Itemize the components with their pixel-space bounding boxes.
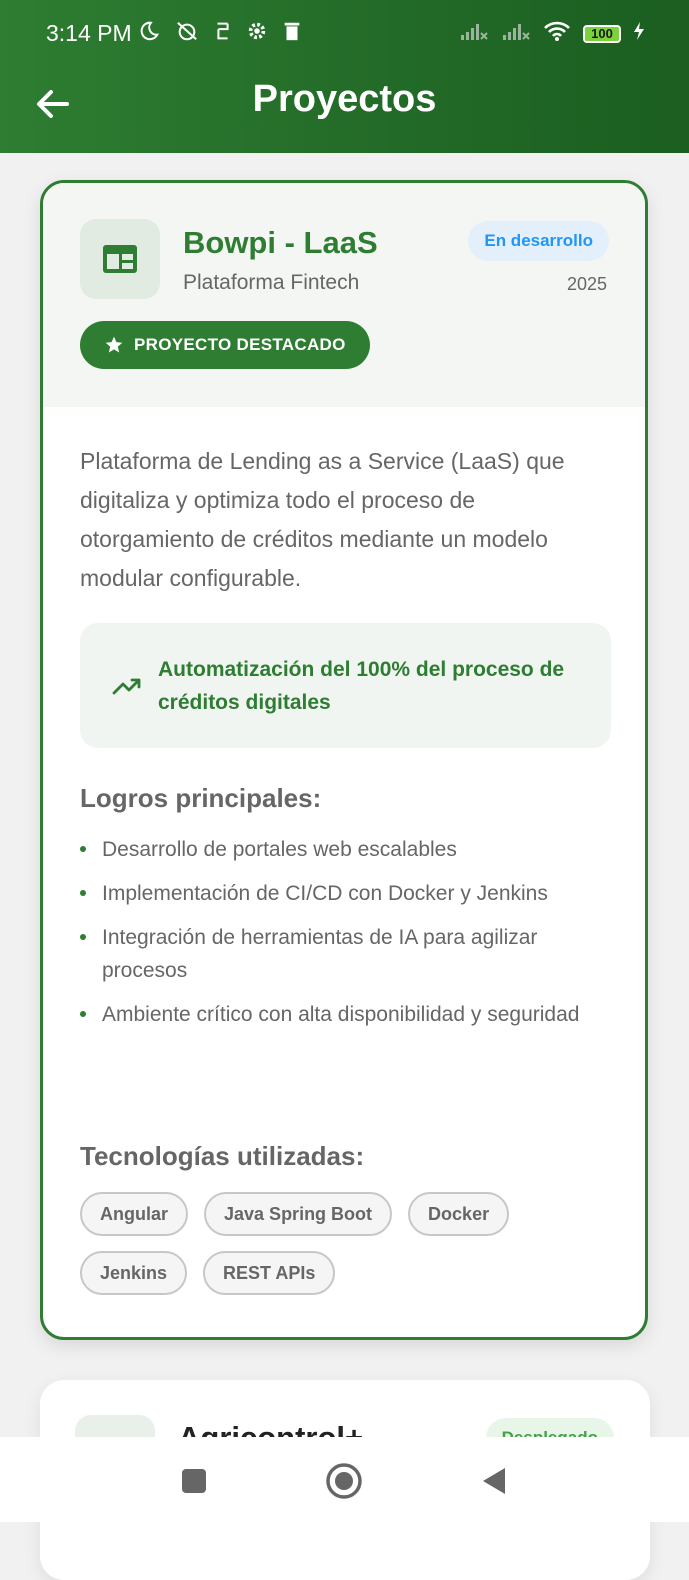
project-card[interactable]: Bowpi - LaaS Plataforma Fintech En desar… — [40, 180, 648, 1340]
battery-indicator: 100 — [583, 24, 621, 43]
tech-chip[interactable]: Jenkins — [80, 1251, 188, 1295]
impact-highlight: Automatización del 100% del proceso de c… — [80, 623, 611, 748]
project-name: Bowpi - LaaS — [183, 225, 378, 260]
bullet-icon — [80, 890, 86, 896]
status-notification-icons — [138, 20, 302, 47]
circle-icon — [326, 1463, 362, 1499]
gear-icon — [246, 20, 268, 47]
web-layout-icon — [103, 245, 137, 273]
technology-chips: Angular Java Spring Boot Docker Jenkins … — [80, 1192, 620, 1295]
impact-text: Automatización del 100% del proceso de c… — [158, 657, 565, 714]
trending-up-icon — [112, 678, 141, 694]
tech-chip[interactable]: Java Spring Boot — [204, 1192, 393, 1236]
charging-icon — [633, 21, 645, 46]
status-badge: En desarrollo — [468, 221, 609, 261]
status-bar: 3:14 PM 100 — [0, 0, 689, 66]
achievements-list: Desarrollo de portales web escalables Im… — [80, 833, 600, 1042]
project-description: Plataforma de Lending as a Service (LaaS… — [80, 448, 565, 591]
project-icon — [80, 219, 160, 299]
achievements-title: Logros principales: — [80, 783, 322, 813]
star-icon — [105, 336, 123, 353]
bullet-icon — [80, 1011, 86, 1017]
home-button[interactable] — [324, 1461, 364, 1501]
tech-chip[interactable]: REST APIs — [203, 1251, 336, 1295]
square-icon — [182, 1469, 206, 1493]
list-item: Desarrollo de portales web escalables — [80, 833, 600, 866]
signal-off-icon — [501, 21, 531, 46]
project-card-header: Bowpi - LaaS Plataforma Fintech En desar… — [43, 183, 645, 407]
status-system-icons: 100 — [459, 20, 645, 47]
sim-icon — [214, 20, 232, 47]
triangle-back-icon — [483, 1468, 505, 1494]
tech-chip[interactable]: Angular — [80, 1192, 189, 1236]
bullet-icon — [80, 846, 86, 852]
featured-badge: PROYECTO DESTACADO — [80, 321, 370, 369]
technologies-title: Tecnologías utilizadas: — [80, 1141, 365, 1171]
back-nav-button[interactable] — [474, 1461, 514, 1501]
recents-button[interactable] — [174, 1461, 214, 1501]
wifi-icon — [543, 20, 571, 47]
trash-icon — [282, 20, 302, 47]
project-category: Plataforma Fintech — [183, 271, 360, 294]
signal-off-icon — [459, 21, 489, 46]
alarm-off-icon — [174, 20, 200, 47]
list-item: Ambiente crítico con alta disponibilidad… — [80, 998, 600, 1031]
bullet-icon — [80, 934, 86, 940]
featured-label: PROYECTO DESTACADO — [134, 335, 346, 354]
status-time: 3:14 PM — [46, 20, 132, 46]
tech-chip[interactable]: Docker — [408, 1192, 510, 1236]
list-item: Implementación de CI/CD con Docker y Jen… — [80, 877, 600, 910]
project-year: 2025 — [566, 274, 607, 294]
list-item: Integración de herramientas de IA para a… — [80, 921, 600, 987]
app-bar: 3:14 PM 100 Proyectos — [0, 0, 689, 153]
moon-icon — [138, 20, 160, 47]
system-nav-bar — [0, 1437, 689, 1522]
page-title: Proyectos — [252, 78, 437, 120]
